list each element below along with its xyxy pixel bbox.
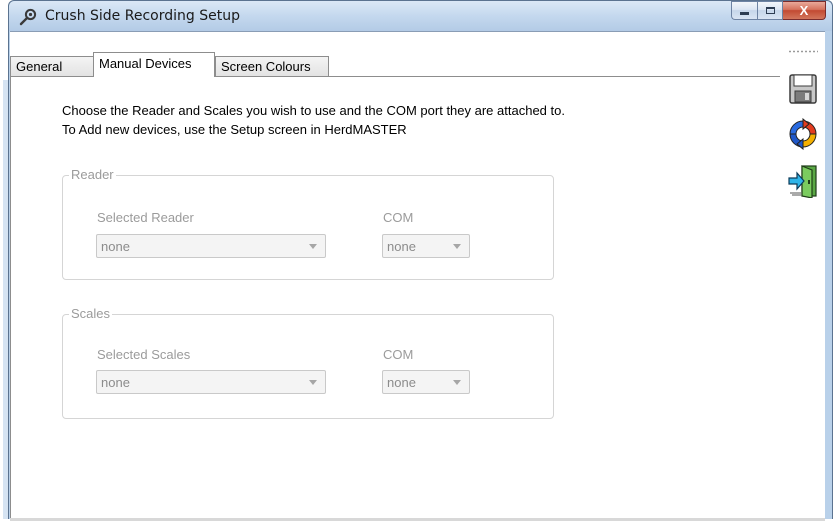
chevron-down-icon (309, 244, 317, 249)
maximize-icon (765, 7, 775, 14)
side-toolbar (780, 46, 825, 520)
chevron-down-icon (453, 380, 461, 385)
reader-group-title: Reader (69, 167, 116, 182)
selected-reader-label: Selected Reader (97, 210, 194, 225)
save-icon (789, 74, 817, 104)
selected-reader-select[interactable]: none (96, 234, 326, 258)
selected-reader-value: none (101, 239, 130, 254)
tab-screen-colours-label: Screen Colours (221, 59, 311, 74)
window-title: Crush Side Recording Setup (45, 8, 240, 24)
close-button[interactable]: X (783, 1, 826, 20)
scales-group-title: Scales (69, 306, 113, 321)
minimize-icon (740, 12, 749, 15)
scales-group: Scales Selected Scales none COM none (62, 306, 554, 419)
tab-manual-devices[interactable]: Manual Devices (93, 52, 215, 77)
toolbar-grip[interactable] (788, 50, 818, 53)
instruction-line-2: To Add new devices, use the Setup screen… (62, 122, 407, 137)
selected-scales-label: Selected Scales (97, 347, 191, 362)
scales-com-value: none (387, 375, 416, 390)
reader-com-value: none (387, 239, 416, 254)
client-area: General Manual Devices Screen Colours Ch… (10, 31, 825, 521)
close-icon: X (799, 3, 809, 18)
manual-devices-page: Choose the Reader and Scales you wish to… (10, 76, 780, 520)
selected-scales-value: none (101, 375, 130, 390)
minimize-button[interactable] (731, 1, 757, 20)
tab-manual-devices-label: Manual Devices (99, 56, 192, 71)
tab-screen-colours[interactable]: Screen Colours (215, 56, 329, 76)
window-shadow (0, 80, 8, 519)
refresh-icon (789, 117, 817, 151)
selected-scales-select[interactable]: none (96, 370, 326, 394)
save-button[interactable] (788, 72, 818, 106)
exit-button[interactable] (788, 164, 818, 199)
instruction-line-1: Choose the Reader and Scales you wish to… (62, 103, 565, 118)
exit-icon (788, 165, 817, 199)
scales-com-label: COM (383, 347, 414, 362)
tab-general[interactable]: General (10, 56, 94, 76)
reader-com-label: COM (383, 210, 414, 225)
chevron-down-icon (453, 244, 461, 249)
tab-general-label: General (16, 59, 63, 74)
app-window: Crush Side Recording Setup X General Man… (8, 0, 833, 521)
scales-com-select[interactable]: none (382, 370, 470, 394)
reader-group: Reader Selected Reader none COM none (62, 167, 554, 280)
refresh-button[interactable] (788, 117, 818, 152)
chevron-down-icon (309, 380, 317, 385)
maximize-button[interactable] (757, 1, 783, 20)
wrench-icon (19, 8, 37, 26)
title-bar[interactable]: Crush Side Recording Setup X (9, 1, 832, 31)
caption-buttons: X (731, 1, 826, 21)
reader-com-select[interactable]: none (382, 234, 470, 258)
